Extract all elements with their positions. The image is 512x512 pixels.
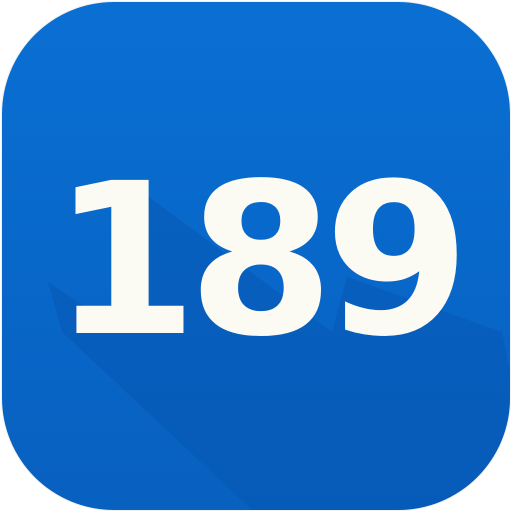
icon-number-label: 189 [52, 138, 470, 383]
icon-number-text: 189 [52, 138, 460, 383]
app-icon-canvas: 189 [0, 0, 512, 512]
app-icon-189[interactable]: 189 [2, 2, 510, 510]
